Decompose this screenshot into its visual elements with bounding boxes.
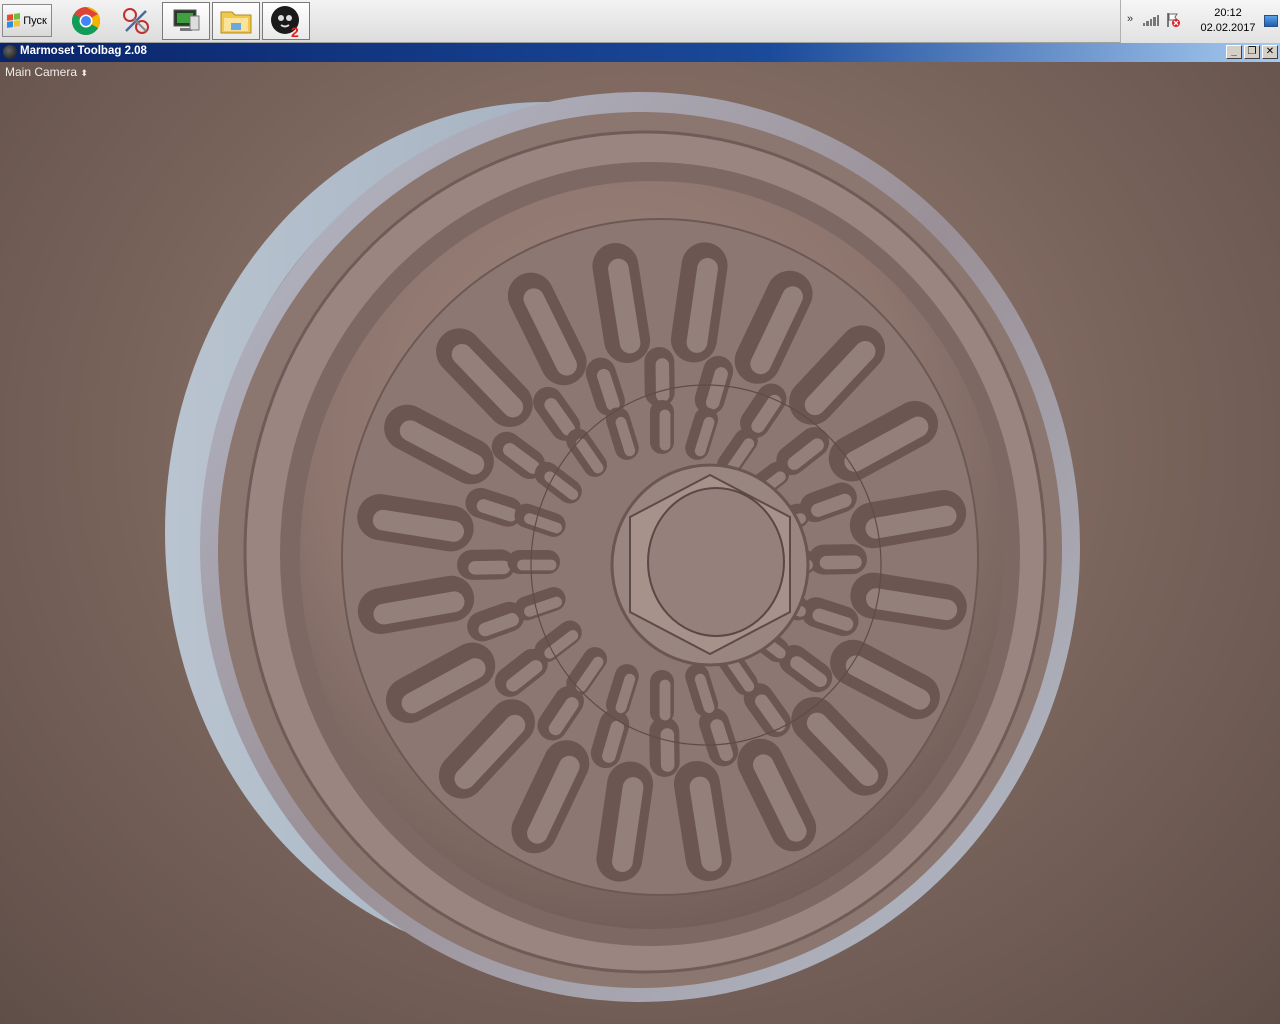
minimize-button[interactable]: _ (1226, 45, 1242, 59)
middle-spoke-hole-highlight (602, 720, 625, 763)
chrome-icon (72, 7, 100, 35)
middle-spoke-hole-highlight (812, 608, 854, 631)
camera-label: Main Camera (5, 65, 78, 79)
outer-spoke-hole-highlight (373, 591, 465, 625)
system-tray: » 20:12 02.02.2017 (1120, 0, 1280, 43)
scissors-tool-icon (123, 8, 149, 34)
app-logo-icon[interactable] (3, 45, 17, 59)
middle-spoke-hole-highlight (710, 719, 734, 762)
middle-spoke-hole-highlight (596, 368, 620, 411)
middle-spoke-hole-highlight (478, 613, 519, 637)
action-center-flag-icon[interactable] (1166, 12, 1180, 28)
chrome-taskbar-button[interactable] (62, 2, 110, 40)
windows-logo-icon (7, 13, 21, 28)
outer-spoke-hole-highlight (608, 258, 641, 354)
middle-spoke-hole-highlight (705, 367, 728, 410)
3d-viewport[interactable]: Main Camera ⬍ (0, 62, 1280, 1024)
window-title: Marmoset Toolbag 2.08 (20, 45, 147, 57)
marmoset-icon: 2 (271, 6, 299, 38)
start-label: Пуск (23, 14, 47, 27)
clock-time: 20:12 (1214, 7, 1242, 19)
outer-spoke-hole-highlight (612, 777, 644, 872)
camera-selector[interactable]: Main Camera ⬍ (5, 65, 88, 79)
close-button[interactable]: ✕ (1262, 45, 1278, 59)
middle-spoke-hole-highlight (476, 499, 518, 522)
file-explorer-icon (220, 11, 252, 34)
window-controls: _ ❐ ✕ (1226, 45, 1278, 59)
taskbar: Пуск 2 » 20:12 02.02.2017 (0, 0, 1280, 43)
network-signal-icon[interactable] (1143, 14, 1160, 26)
tray-expand-icon[interactable]: » (1127, 13, 1133, 25)
scissors-taskbar-button[interactable] (112, 2, 160, 40)
window-titlebar[interactable]: Marmoset Toolbag 2.08 _ ❐ ✕ (0, 43, 1280, 62)
outer-spoke-hole-highlight (865, 505, 957, 539)
monitor-app-icon (173, 9, 200, 31)
start-button[interactable]: Пуск (2, 4, 52, 37)
wheel-model[interactable] (0, 62, 1280, 1024)
middle-spoke-hole-highlight (811, 493, 852, 517)
monitor-taskbar-button[interactable] (162, 2, 210, 40)
camera-dropdown-icon: ⬍ (80, 68, 88, 78)
clock-date: 02.02.2017 (1200, 22, 1256, 34)
show-desktop-icon[interactable] (1264, 15, 1278, 27)
restore-button[interactable]: ❐ (1244, 45, 1260, 59)
svg-text:2: 2 (291, 24, 299, 38)
outer-spoke-hole-highlight (372, 509, 465, 542)
marmoset-taskbar-button[interactable]: 2 (262, 2, 310, 40)
outer-spoke-hole-highlight (865, 588, 958, 621)
explorer-taskbar-button[interactable] (212, 2, 260, 40)
center-cap (647, 487, 785, 637)
clock[interactable]: 20:12 02.02.2017 (1193, 6, 1263, 36)
outer-spoke-hole-highlight (686, 258, 718, 353)
outer-spoke-hole-highlight (689, 776, 722, 872)
